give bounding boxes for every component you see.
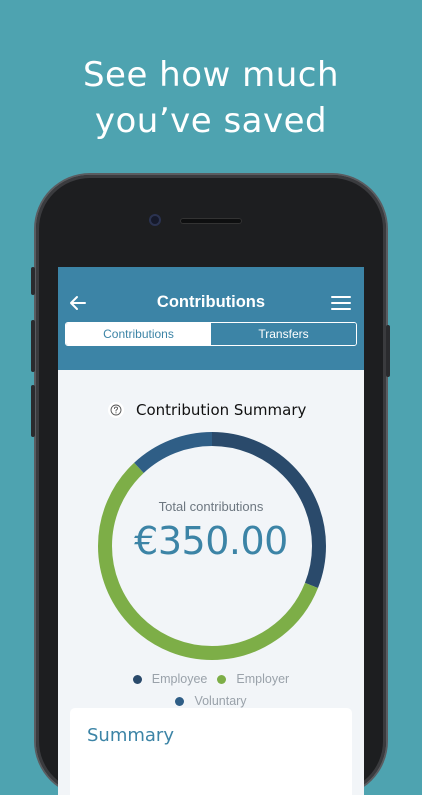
legend-label-employee: Employee bbox=[151, 672, 208, 686]
tab-contributions[interactable]: Contributions bbox=[66, 323, 211, 345]
headline-line-2: you’ve saved bbox=[94, 101, 328, 141]
app-header: Contributions Contributions Transfers bbox=[58, 267, 364, 370]
menu-button[interactable] bbox=[330, 294, 352, 312]
legend-row-1: Employee Employer bbox=[58, 672, 364, 686]
power-button bbox=[386, 325, 390, 377]
legend-dot-voluntary bbox=[175, 696, 185, 706]
volume-down-button bbox=[31, 385, 35, 437]
tab-transfers[interactable]: Transfers bbox=[211, 323, 356, 345]
legend-voluntary: Voluntary bbox=[175, 694, 247, 708]
headline-line-1: See how much bbox=[82, 55, 340, 95]
page-title: Contributions bbox=[156, 293, 266, 311]
summary-title: Summary bbox=[87, 725, 174, 746]
earpiece-speaker bbox=[180, 218, 242, 224]
app-screen: Contributions Contributions Transfers Co… bbox=[58, 267, 364, 795]
legend-label-voluntary: Voluntary bbox=[194, 694, 247, 708]
section-title: Contribution Summary bbox=[136, 401, 307, 419]
legend-dot-employee bbox=[132, 674, 142, 684]
front-camera bbox=[149, 214, 161, 226]
segmented-tabs: Contributions Transfers bbox=[65, 322, 357, 346]
legend-label-employer: Employer bbox=[236, 672, 290, 686]
help-button[interactable] bbox=[108, 402, 124, 418]
total-contributions-label: Total contributions bbox=[158, 499, 264, 514]
hamburger-menu-icon bbox=[331, 296, 351, 310]
question-circle-icon bbox=[110, 404, 122, 416]
legend-employee: Employee bbox=[132, 672, 208, 686]
marketing-headline: See how much you’ve saved bbox=[0, 52, 422, 144]
phone-frame: Contributions Contributions Transfers Co… bbox=[31, 175, 390, 795]
silent-switch bbox=[31, 267, 35, 295]
volume-up-button bbox=[31, 320, 35, 372]
total-contributions-value: €350.00 bbox=[134, 519, 288, 563]
legend-row-2: Voluntary bbox=[58, 694, 364, 708]
summary-card: Summary bbox=[70, 708, 352, 795]
legend-employer: Employer bbox=[217, 672, 289, 686]
contribution-summary-header: Contribution Summary bbox=[108, 398, 306, 422]
legend-dot-employer bbox=[217, 674, 227, 684]
